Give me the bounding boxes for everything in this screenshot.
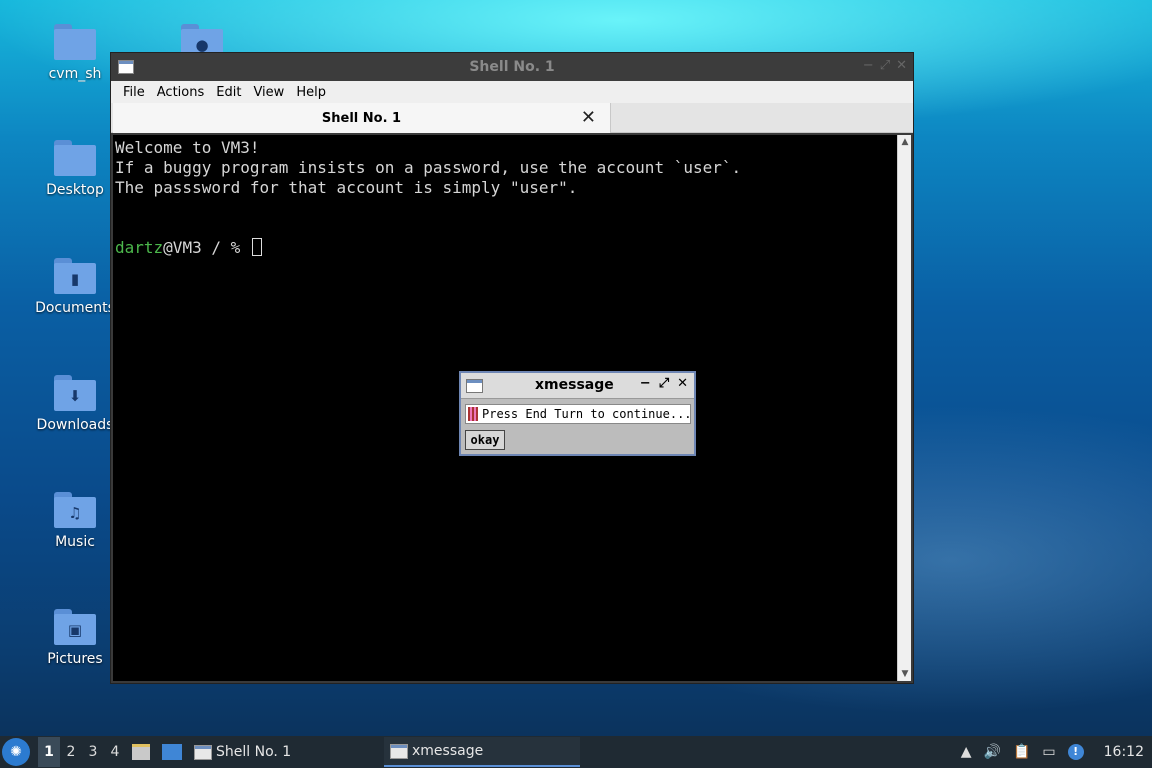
task-xmessage[interactable]: xmessage xyxy=(384,737,580,767)
downloads-folder-icon: ⬇ xyxy=(54,375,96,411)
system-tray: ▲ 🔊 📋 ▭ ! 16:12 xyxy=(961,736,1152,768)
xmessage-window: xmessage − ⤢ ✕ Press End Turn to continu… xyxy=(459,371,696,456)
desktop-icon-cvm-sh[interactable]: cvm_sh xyxy=(33,24,117,82)
text-cursor xyxy=(251,238,262,256)
maximize-icon[interactable]: ⤢ xyxy=(880,58,890,73)
window-app-icon[interactable] xyxy=(466,379,483,393)
maximize-icon[interactable]: ⤢ xyxy=(659,376,669,391)
desktop-icon-label: Desktop xyxy=(46,182,104,198)
minimize-icon[interactable]: − xyxy=(640,376,651,391)
music-folder-icon: ♫ xyxy=(54,492,96,528)
desktop-icon-pictures[interactable]: ▣ Pictures xyxy=(33,609,117,667)
workspace-1[interactable]: 1 xyxy=(38,737,60,767)
menu-help[interactable]: Help xyxy=(290,85,332,100)
okay-button[interactable]: okay xyxy=(465,430,505,450)
xmessage-text: Press End Turn to continue... xyxy=(465,404,691,424)
tab-shell-1[interactable]: Shell No. 1 ✕ xyxy=(113,103,611,133)
xmessage-title: xmessage xyxy=(535,377,614,393)
volume-icon[interactable]: 🔊 xyxy=(984,744,1001,760)
tab-close-icon[interactable]: ✕ xyxy=(581,107,596,128)
window-title: Shell No. 1 xyxy=(469,59,555,75)
menu-view[interactable]: View xyxy=(247,85,290,100)
terminal-line: The passsword for that account is simply… xyxy=(115,178,578,197)
up-arrow-icon[interactable]: ▲ xyxy=(961,744,972,760)
terminal-window: Shell No. 1 − ⤢ ✕ File Actions Edit View… xyxy=(110,52,914,684)
menu-file[interactable]: File xyxy=(117,85,151,100)
clock[interactable]: 16:12 xyxy=(1104,744,1144,760)
notification-icon[interactable]: ! xyxy=(1067,744,1084,760)
tab-bar: Shell No. 1 ✕ xyxy=(111,103,913,133)
terminal-prompt: dartz@VM3 / % xyxy=(115,238,895,258)
file-manager-icon xyxy=(132,744,150,760)
desktop-icon-label: Downloads xyxy=(36,417,114,433)
task-shell-no-1[interactable]: Shell No. 1 xyxy=(188,737,384,767)
workspace-4[interactable]: 4 xyxy=(104,737,126,767)
network-icon[interactable]: ▭ xyxy=(1042,744,1055,760)
desktop-icon-label: Documents xyxy=(35,300,115,316)
desktop-icon-downloads[interactable]: ⬇ Downloads xyxy=(33,375,117,433)
task-label: xmessage xyxy=(412,743,484,759)
tab-label: Shell No. 1 xyxy=(321,111,402,126)
terminal-line: Welcome to VM3! xyxy=(115,138,260,157)
clipboard-icon[interactable]: 📋 xyxy=(1013,744,1030,760)
pictures-folder-icon: ▣ xyxy=(54,609,96,645)
xmessage-titlebar[interactable]: xmessage − ⤢ ✕ xyxy=(461,373,694,399)
desktop-icon-desktop[interactable]: Desktop xyxy=(33,140,117,198)
menubar: File Actions Edit View Help xyxy=(111,81,913,103)
desktop-icon-music[interactable]: ♫ Music xyxy=(33,492,117,550)
file-manager-launcher[interactable] xyxy=(126,737,156,767)
prompt-user: dartz xyxy=(115,238,164,257)
close-icon[interactable]: ✕ xyxy=(896,58,907,73)
folder-icon xyxy=(54,24,96,60)
scroll-down-icon[interactable]: ▼ xyxy=(898,667,912,681)
workspace-2[interactable]: 2 xyxy=(60,737,82,767)
desktop-icon-documents[interactable]: ▮ Documents xyxy=(33,258,117,316)
show-desktop-launcher[interactable] xyxy=(156,737,188,767)
desktop-icon-label: cvm_sh xyxy=(48,66,102,82)
close-icon[interactable]: ✕ xyxy=(677,376,688,391)
taskbar: ✺ 1 2 3 4 Shell No. 1 xmessage ▲ 🔊 📋 ▭ !… xyxy=(0,736,1152,768)
minimize-icon[interactable]: − xyxy=(863,58,874,73)
start-menu-icon[interactable]: ✺ xyxy=(2,738,30,766)
menu-edit[interactable]: Edit xyxy=(210,85,247,100)
scroll-up-icon[interactable]: ▲ xyxy=(898,135,912,149)
task-label: Shell No. 1 xyxy=(216,744,292,760)
terminal-line: If a buggy program insists on a password… xyxy=(115,158,742,177)
workspace-3[interactable]: 3 xyxy=(82,737,104,767)
desktop-icon-label: Music xyxy=(55,534,95,550)
xmessage-message: Press End Turn to continue... xyxy=(482,407,691,421)
show-desktop-icon xyxy=(162,744,182,760)
documents-folder-icon: ▮ xyxy=(54,258,96,294)
prompt-host-path: @VM3 / % xyxy=(163,238,250,257)
folder-icon xyxy=(54,140,96,176)
window-app-icon xyxy=(194,744,212,760)
terminal-scrollbar[interactable]: ▲ ▼ xyxy=(897,135,911,681)
desktop-icon-label: Pictures xyxy=(47,651,103,667)
window-titlebar[interactable]: Shell No. 1 − ⤢ ✕ xyxy=(111,53,913,81)
window-app-icon xyxy=(390,743,408,759)
scroll-grip-icon xyxy=(468,407,478,421)
menu-actions[interactable]: Actions xyxy=(151,85,211,100)
